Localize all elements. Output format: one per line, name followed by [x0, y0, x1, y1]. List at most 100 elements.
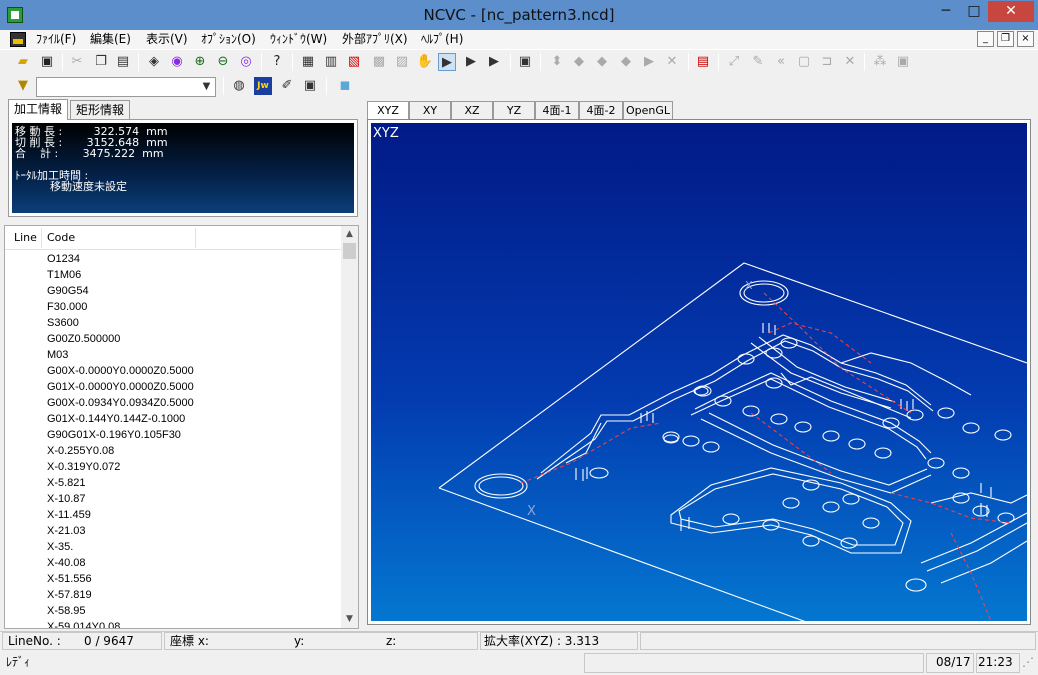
trace-step-icon[interactable]: ▩: [370, 53, 388, 71]
menu-external-apps[interactable]: 外部ｱﾌﾟﾘ(X): [342, 30, 408, 49]
shape-tool-2-icon[interactable]: ✎: [749, 53, 767, 71]
cad-tool-3-icon[interactable]: ◆: [593, 53, 611, 71]
mdi-close-button[interactable]: ×: [1017, 31, 1034, 47]
shape-tool-3-icon[interactable]: «: [772, 53, 790, 71]
code-row[interactable]: X-57.819: [5, 587, 342, 603]
paste-icon[interactable]: ▤: [114, 53, 132, 71]
tab-rect-info[interactable]: 矩形情報: [70, 100, 131, 119]
document-menu-icon[interactable]: [10, 32, 26, 47]
code-row[interactable]: M03: [5, 347, 342, 363]
chevron-down-icon[interactable]: ▼: [199, 79, 214, 95]
tab-yz[interactable]: YZ: [493, 101, 535, 120]
layers-icon[interactable]: ◈: [145, 53, 163, 71]
3d-view-icon[interactable]: ◼: [336, 77, 354, 95]
code-row[interactable]: O1234: [5, 251, 342, 267]
cad-tool-6-icon[interactable]: ✕: [663, 53, 681, 71]
code-list-scrollbar[interactable]: ▲ ▼: [341, 226, 358, 628]
code-row[interactable]: G90G01X-0.196Y0.105F30: [5, 427, 342, 443]
code-row[interactable]: T1M06: [5, 267, 342, 283]
ext-app-1-icon[interactable]: ◍: [230, 77, 248, 95]
save-icon[interactable]: ▣: [38, 53, 56, 71]
cad-tool-2-icon[interactable]: ◆: [570, 53, 588, 71]
trace-break-icon[interactable]: ▧: [345, 53, 363, 71]
properties-icon[interactable]: ▣: [516, 53, 534, 71]
trace-start-icon[interactable]: ▦: [299, 53, 317, 71]
shape-tool-1-icon[interactable]: ⤢: [725, 53, 743, 71]
tab-xyz[interactable]: XYZ: [367, 101, 409, 120]
tool-combo[interactable]: ▼: [36, 77, 216, 97]
column-divider[interactable]: [195, 228, 196, 248]
code-row[interactable]: G90G54: [5, 283, 342, 299]
nc-code-list[interactable]: Line Code O1234 T1M06 G90G54 F30.000 S3600 G0…: [4, 225, 359, 629]
code-row[interactable]: G00X-0.0000Y0.0000Z0.5000: [5, 363, 342, 379]
trace-cursor-icon[interactable]: ▥: [322, 53, 340, 71]
code-row[interactable]: G01X-0.144Y0.144Z-0.1000: [5, 411, 342, 427]
trace-reset-icon[interactable]: ▨: [393, 53, 411, 71]
play-pause-icon[interactable]: ▶: [438, 53, 456, 71]
tab-machining-info[interactable]: 加工情報: [8, 99, 69, 120]
play-icon[interactable]: ▶: [485, 53, 503, 71]
zoom-previous-icon[interactable]: ◎: [237, 53, 255, 71]
code-row[interactable]: X-21.03: [5, 523, 342, 539]
hand-icon[interactable]: ✋: [416, 53, 434, 71]
tab-xy[interactable]: XY: [409, 101, 451, 120]
tab-four-view-1[interactable]: 4面-1: [535, 101, 579, 120]
mdi-restore-button[interactable]: ❐: [997, 31, 1014, 47]
tab-opengl[interactable]: OpenGL: [623, 101, 673, 120]
resize-grip-icon[interactable]: ⋰: [1022, 651, 1034, 673]
code-row[interactable]: G01X-0.0000Y0.0000Z0.5000: [5, 379, 342, 395]
menu-help[interactable]: ﾍﾙﾌﾟ(H): [421, 30, 463, 49]
scroll-thumb[interactable]: [343, 243, 356, 259]
code-row[interactable]: X-59.014Y0.08: [5, 619, 342, 628]
menu-file[interactable]: ﾌｧｲﾙ(F): [36, 30, 76, 49]
menu-options[interactable]: ｵﾌﾟｼｮﾝ(O): [201, 30, 256, 49]
tool-select-icon[interactable]: ▼: [14, 77, 32, 95]
auto-process-icon[interactable]: ⁂: [871, 53, 889, 71]
code-row[interactable]: X-5.821: [5, 475, 342, 491]
code-row[interactable]: S3600: [5, 315, 342, 331]
zoom-fit-icon[interactable]: ◉: [168, 53, 186, 71]
code-row[interactable]: F30.000: [5, 299, 342, 315]
column-header-line[interactable]: Line: [14, 226, 37, 250]
code-row[interactable]: X-58.95: [5, 603, 342, 619]
code-row[interactable]: X-35.: [5, 539, 342, 555]
menu-edit[interactable]: 編集(E): [90, 30, 131, 49]
code-row[interactable]: X-10.87: [5, 491, 342, 507]
scroll-up-icon[interactable]: ▲: [341, 226, 358, 243]
toolpath-viewport[interactable]: XYZ X X: [371, 123, 1027, 621]
code-row[interactable]: X-11.459: [5, 507, 342, 523]
copy-icon[interactable]: ❐: [92, 53, 110, 71]
shape-tool-6-icon[interactable]: ✕: [841, 53, 859, 71]
zoom-in-icon[interactable]: ⊕: [191, 53, 209, 71]
cad-tool-1-icon[interactable]: ⬍: [548, 53, 566, 71]
menu-window[interactable]: ｳｨﾝﾄﾞｳ(W): [270, 30, 327, 49]
code-row[interactable]: X-0.255Y0.08: [5, 443, 342, 459]
maximize-button[interactable]: □: [960, 1, 988, 22]
column-header-code[interactable]: Code: [47, 226, 75, 250]
jw-cad-icon[interactable]: Jw: [254, 77, 272, 95]
ext-app-4-icon[interactable]: ▣: [301, 77, 319, 95]
code-row[interactable]: G00Z0.500000: [5, 331, 342, 347]
settings-icon[interactable]: ▣: [894, 53, 912, 71]
menu-view[interactable]: 表示(V): [146, 30, 188, 49]
export-icon[interactable]: ▤: [694, 53, 712, 71]
code-row[interactable]: G00X-0.0934Y0.0934Z0.5000: [5, 395, 342, 411]
code-row[interactable]: X-40.08: [5, 555, 342, 571]
cad-tool-4-icon[interactable]: ◆: [617, 53, 635, 71]
zoom-out-icon[interactable]: ⊖: [214, 53, 232, 71]
tab-four-view-2[interactable]: 4面-2: [579, 101, 623, 120]
column-divider[interactable]: [41, 228, 42, 248]
help-icon[interactable]: ?: [268, 53, 286, 71]
shape-tool-5-icon[interactable]: ⊐: [818, 53, 836, 71]
shape-tool-4-icon[interactable]: ▢: [795, 53, 813, 71]
open-folder-icon[interactable]: ▰: [14, 53, 32, 71]
ext-app-3-icon[interactable]: ✐: [278, 77, 296, 95]
scroll-down-icon[interactable]: ▼: [341, 611, 358, 628]
cut-icon[interactable]: ✂: [68, 53, 86, 71]
code-row[interactable]: X-51.556: [5, 571, 342, 587]
play-fast-icon[interactable]: ▶: [462, 53, 480, 71]
code-row[interactable]: X-0.319Y0.072: [5, 459, 342, 475]
cad-tool-5-icon[interactable]: ▶: [640, 53, 658, 71]
tab-xz[interactable]: XZ: [451, 101, 493, 120]
mdi-minimize-button[interactable]: _: [977, 31, 994, 47]
